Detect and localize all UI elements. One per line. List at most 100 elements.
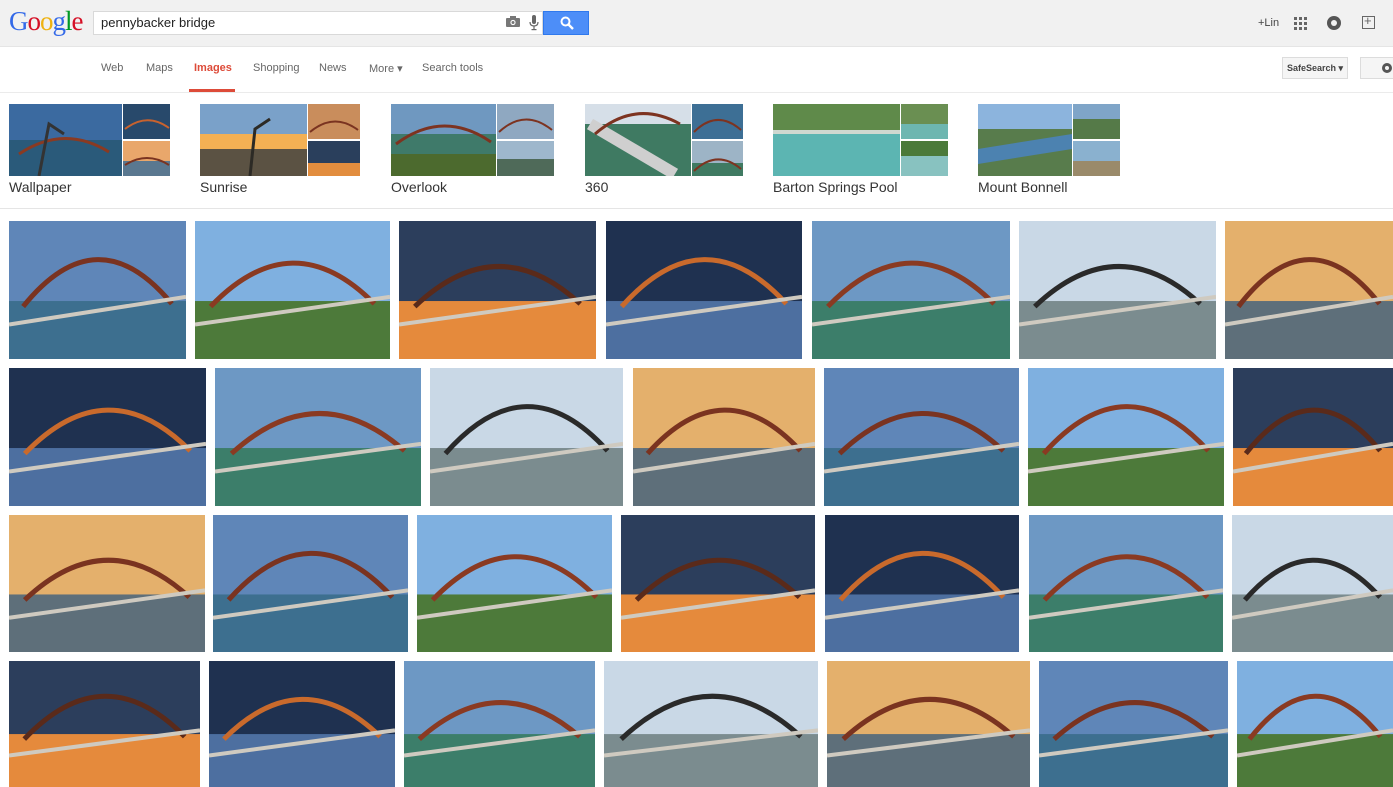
google-logo[interactable]: Google xyxy=(9,6,83,37)
bridge-photo xyxy=(1237,661,1393,787)
microphone-icon[interactable] xyxy=(529,15,539,31)
image-result-thumbnail[interactable] xyxy=(430,368,623,506)
image-result-thumbnail[interactable] xyxy=(9,221,186,359)
bridge-photo xyxy=(633,368,815,506)
related-label: 360 xyxy=(585,179,609,195)
search-icon xyxy=(560,16,574,30)
logo-letter: G xyxy=(9,6,28,36)
image-result-thumbnail[interactable] xyxy=(812,221,1010,359)
related-image xyxy=(200,104,307,176)
bridge-photo xyxy=(430,368,623,506)
active-tab-indicator xyxy=(189,89,235,92)
image-result-thumbnail[interactable] xyxy=(633,368,815,506)
bridge-photo xyxy=(9,515,205,652)
logo-letter: g xyxy=(52,6,66,36)
image-result-thumbnail[interactable] xyxy=(604,661,818,787)
image-result-thumbnail[interactable] xyxy=(1225,221,1393,359)
gear-icon xyxy=(1382,63,1392,73)
logo-letter: e xyxy=(71,6,84,36)
related-image xyxy=(123,104,170,139)
bridge-photo xyxy=(604,661,818,787)
tab-web[interactable]: Web xyxy=(101,62,123,74)
bridge-photo xyxy=(1028,368,1224,506)
image-result-thumbnail[interactable] xyxy=(606,221,802,359)
image-result-thumbnail[interactable] xyxy=(825,515,1019,652)
logo-letter: o xyxy=(40,6,53,36)
search-box xyxy=(93,11,543,35)
image-result-thumbnail[interactable] xyxy=(1039,661,1228,787)
image-result-thumbnail[interactable] xyxy=(215,368,421,506)
image-result-thumbnail[interactable] xyxy=(417,515,612,652)
share-icon[interactable] xyxy=(1362,13,1375,29)
bridge-photo xyxy=(606,221,802,359)
logo-letter: o xyxy=(27,6,41,36)
related-label: Wallpaper xyxy=(9,179,72,195)
user-link[interactable]: +Lin xyxy=(1258,17,1279,29)
apps-grid-icon[interactable] xyxy=(1294,17,1307,30)
tab-images[interactable]: Images xyxy=(194,62,232,74)
image-result-thumbnail[interactable] xyxy=(827,661,1030,787)
bridge-photo xyxy=(213,515,408,652)
bridge-photo xyxy=(1233,368,1393,506)
tab-shopping[interactable]: Shopping xyxy=(253,62,300,74)
bridge-photo xyxy=(1019,221,1216,359)
related-image xyxy=(123,141,170,176)
search-nav-bar: Web Maps Images Shopping News More ▾ Sea… xyxy=(0,47,1393,93)
bridge-photo xyxy=(9,221,186,359)
camera-icon[interactable] xyxy=(506,16,520,27)
bridge-photo xyxy=(404,661,595,787)
bridge-photo xyxy=(824,368,1019,506)
image-result-thumbnail[interactable] xyxy=(9,368,206,506)
tab-news[interactable]: News xyxy=(319,62,347,74)
image-result-thumbnail[interactable] xyxy=(213,515,408,652)
related-image xyxy=(1073,141,1120,176)
search-button[interactable] xyxy=(543,11,589,35)
bridge-photo xyxy=(621,515,815,652)
image-result-thumbnail[interactable] xyxy=(1028,368,1224,506)
image-result-thumbnail[interactable] xyxy=(1237,661,1393,787)
bridge-photo xyxy=(1029,515,1223,652)
bridge-photo xyxy=(399,221,596,359)
related-image xyxy=(308,141,360,176)
related-image xyxy=(9,104,122,176)
bridge-photo xyxy=(417,515,612,652)
tab-more[interactable]: More ▾ xyxy=(369,62,403,75)
image-result-thumbnail[interactable] xyxy=(399,221,596,359)
image-result-thumbnail[interactable] xyxy=(824,368,1019,506)
image-result-thumbnail[interactable] xyxy=(1019,221,1216,359)
bridge-photo xyxy=(827,661,1030,787)
related-image xyxy=(901,141,948,176)
related-image xyxy=(692,104,743,139)
bridge-photo xyxy=(9,368,206,506)
image-result-thumbnail[interactable] xyxy=(1029,515,1223,652)
settings-button[interactable] xyxy=(1360,57,1393,79)
search-input[interactable] xyxy=(101,15,491,30)
related-image xyxy=(901,104,948,139)
notifications-icon[interactable] xyxy=(1327,16,1341,30)
image-result-thumbnail[interactable] xyxy=(9,661,200,787)
image-result-thumbnail[interactable] xyxy=(9,515,205,652)
bridge-photo xyxy=(1039,661,1228,787)
bridge-photo xyxy=(9,661,200,787)
image-result-thumbnail[interactable] xyxy=(1232,515,1393,652)
top-bar: Google +Lin xyxy=(0,0,1393,47)
image-result-thumbnail[interactable] xyxy=(209,661,395,787)
related-image xyxy=(497,104,554,139)
related-image xyxy=(1073,104,1120,139)
image-result-thumbnail[interactable] xyxy=(195,221,390,359)
related-label: Overlook xyxy=(391,179,448,195)
safesearch-button[interactable]: SafeSearch ▾ xyxy=(1282,57,1348,79)
tab-search-tools[interactable]: Search tools xyxy=(422,62,483,74)
tab-maps[interactable]: Maps xyxy=(146,62,173,74)
related-image xyxy=(497,141,554,176)
bridge-photo xyxy=(825,515,1019,652)
divider xyxy=(0,208,1393,209)
image-result-thumbnail[interactable] xyxy=(1233,368,1393,506)
bridge-photo xyxy=(812,221,1010,359)
related-label: Sunrise xyxy=(200,179,248,195)
bridge-photo xyxy=(195,221,390,359)
bridge-photo xyxy=(1232,515,1393,652)
related-label: Mount Bonnell xyxy=(978,179,1068,195)
image-result-thumbnail[interactable] xyxy=(404,661,595,787)
image-result-thumbnail[interactable] xyxy=(621,515,815,652)
